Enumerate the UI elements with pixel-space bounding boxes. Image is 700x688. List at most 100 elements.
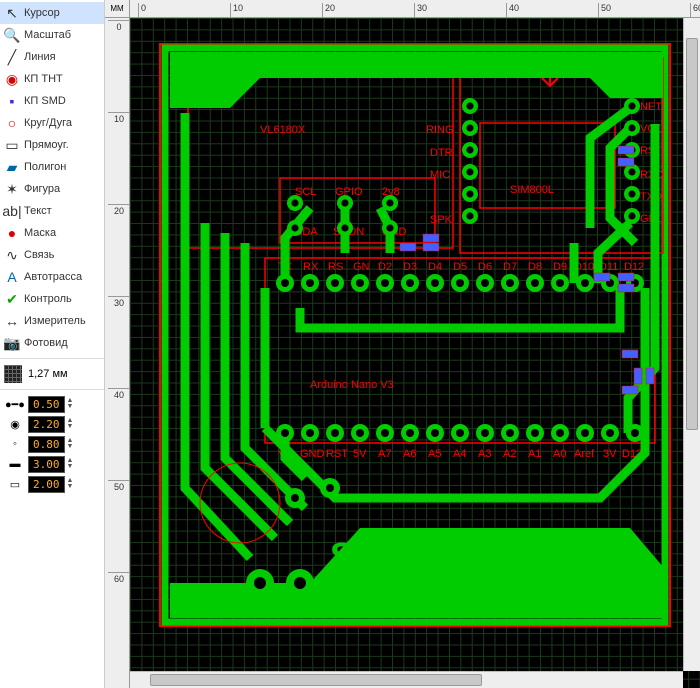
svg-text:GND: GND: [300, 448, 325, 460]
mask-icon: ●: [4, 225, 20, 241]
stepper-arrows[interactable]: ▲▼: [67, 438, 74, 450]
horizontal-ruler: 0102030405060: [130, 0, 700, 18]
svg-text:RS: RS: [328, 261, 343, 273]
tool-zoom[interactable]: 🔍 Масштаб: [0, 24, 104, 46]
rect-icon: ▭: [4, 137, 20, 153]
photo-icon: 📷: [4, 335, 20, 351]
param-track-width[interactable]: ●━●0.50▲▼: [0, 394, 104, 414]
svg-text:D4: D4: [428, 261, 442, 273]
param-pad-outer[interactable]: ◉2.20▲▼: [0, 414, 104, 434]
svg-text:D12: D12: [624, 261, 644, 273]
tool-label: КП SMD: [24, 95, 66, 107]
grid-size-label: 1,27 мм: [28, 368, 68, 380]
tool-rect[interactable]: ▭ Прямоуг.: [0, 134, 104, 156]
cursor-icon: ↖: [4, 5, 20, 21]
vertical-ruler: 0102030405060: [105, 18, 130, 688]
pad-smd-icon: ▪: [4, 93, 20, 109]
tool-label: Масштаб: [24, 29, 71, 41]
tool-pad-smd[interactable]: ▪ КП SMD: [0, 90, 104, 112]
tool-text[interactable]: ab| Текст: [0, 200, 104, 222]
svg-text:A7: A7: [378, 448, 391, 460]
svg-text:A6: A6: [403, 448, 416, 460]
svg-text:A5: A5: [428, 448, 441, 460]
pcb-view[interactable]: VL6180X SIM800L Arduino Nano V3 SafBOARD…: [130, 18, 700, 688]
svg-text:A1: A1: [528, 448, 541, 460]
tool-photo[interactable]: 📷 Фотовид: [0, 332, 104, 354]
svg-text:SPK: SPK: [430, 214, 453, 226]
measure-icon: ↔: [4, 313, 20, 329]
tool-check[interactable]: ✔ Контроль: [0, 288, 104, 310]
tool-line[interactable]: ╱Линия: [0, 46, 104, 68]
vl6180x-label: VL6180X: [260, 124, 306, 136]
stepper-arrows[interactable]: ▲▼: [67, 398, 74, 410]
tool-circle[interactable]: ○ Круг/Дуга: [0, 112, 104, 134]
svg-text:DTR: DTR: [430, 147, 453, 159]
tool-label: Измеритель: [24, 315, 86, 327]
check-icon: ✔: [4, 291, 20, 307]
tool-autoroute[interactable]: AАвтотрасса: [0, 266, 104, 288]
rect-w-icon: ▬: [4, 456, 26, 472]
tool-label: Маска: [24, 227, 56, 239]
svg-text:RST: RST: [326, 448, 348, 460]
zoom-icon: 🔍: [4, 27, 20, 43]
svg-text:A0: A0: [553, 448, 566, 460]
tool-label: Круг/Дуга: [24, 117, 72, 129]
svg-text:5V: 5V: [353, 448, 367, 460]
svg-text:3V: 3V: [603, 448, 617, 460]
svg-text:NET: NET: [640, 101, 662, 113]
svg-text:A3: A3: [478, 448, 491, 460]
stepper-arrows[interactable]: ▲▼: [67, 418, 74, 430]
tool-pad-tht[interactable]: ◉ КП THT: [0, 68, 104, 90]
circle-icon: ○: [4, 115, 20, 131]
tool-label: Связь: [24, 249, 54, 261]
param-rect-h[interactable]: ▭2.00▲▼: [0, 474, 104, 494]
param-value: 2.00: [28, 476, 65, 493]
param-value: 0.80: [28, 436, 65, 453]
svg-text:RX: RX: [303, 261, 319, 273]
pad-tht-icon: ◉: [4, 71, 20, 87]
pad-inner-icon: ◦: [4, 436, 26, 452]
tool-polygon[interactable]: ▰Полигон: [0, 156, 104, 178]
ruler-corner: MM: [105, 0, 130, 18]
param-value: 3.00: [28, 456, 65, 473]
pad-outer-icon: ◉: [4, 416, 26, 432]
svg-text:D6: D6: [478, 261, 492, 273]
tool-label: Текст: [24, 205, 52, 217]
param-value: 2.20: [28, 416, 65, 433]
tool-connection[interactable]: ∿Связь: [0, 244, 104, 266]
tool-label: КП THT: [24, 73, 63, 85]
stepper-arrows[interactable]: ▲▼: [67, 478, 74, 490]
tool-label: Фотовид: [24, 337, 68, 349]
stepper-arrows[interactable]: ▲▼: [67, 458, 74, 470]
param-value: 0.50: [28, 396, 65, 413]
text-icon: ab|: [4, 203, 20, 219]
grid-size-row[interactable]: 1,27 мм: [0, 363, 104, 385]
autoroute-icon: A: [4, 269, 20, 285]
svg-text:GN: GN: [353, 261, 370, 273]
tool-shape[interactable]: ✶Фигура: [0, 178, 104, 200]
tool-mask[interactable]: ● Маска: [0, 222, 104, 244]
tool-measure[interactable]: ↔ Измеритель: [0, 310, 104, 332]
svg-text:D2: D2: [378, 261, 392, 273]
svg-text:D3: D3: [403, 261, 417, 273]
param-rect-w[interactable]: ▬3.00▲▼: [0, 454, 104, 474]
tool-label: Линия: [24, 51, 56, 63]
tool-label: Курсор: [24, 7, 60, 19]
arduino-label: Arduino Nano V3: [310, 379, 394, 391]
svg-text:RING: RING: [426, 124, 454, 136]
tool-sidebar: ↖ Курсор 🔍 Масштаб ╱Линия ◉ КП THT ▪ КП SMD ○ Круг…: [0, 0, 105, 688]
svg-text:D8: D8: [528, 261, 542, 273]
rect-h-icon: ▭: [4, 476, 26, 492]
shape-icon: ✶: [4, 181, 20, 197]
svg-text:Aref: Aref: [574, 448, 595, 460]
svg-text:A2: A2: [503, 448, 516, 460]
horizontal-scrollbar[interactable]: [130, 671, 683, 688]
tool-label: Прямоуг.: [24, 139, 69, 151]
sim800-label: SIM800L: [510, 184, 554, 196]
canvas: MM 0102030405060 0102030405060 VL6180X S…: [105, 0, 700, 688]
tool-label: Контроль: [24, 293, 72, 305]
track-width-icon: ●━●: [4, 396, 26, 412]
tool-cursor[interactable]: ↖ Курсор: [0, 2, 104, 24]
vertical-scrollbar[interactable]: [683, 18, 700, 671]
param-pad-inner[interactable]: ◦0.80▲▼: [0, 434, 104, 454]
